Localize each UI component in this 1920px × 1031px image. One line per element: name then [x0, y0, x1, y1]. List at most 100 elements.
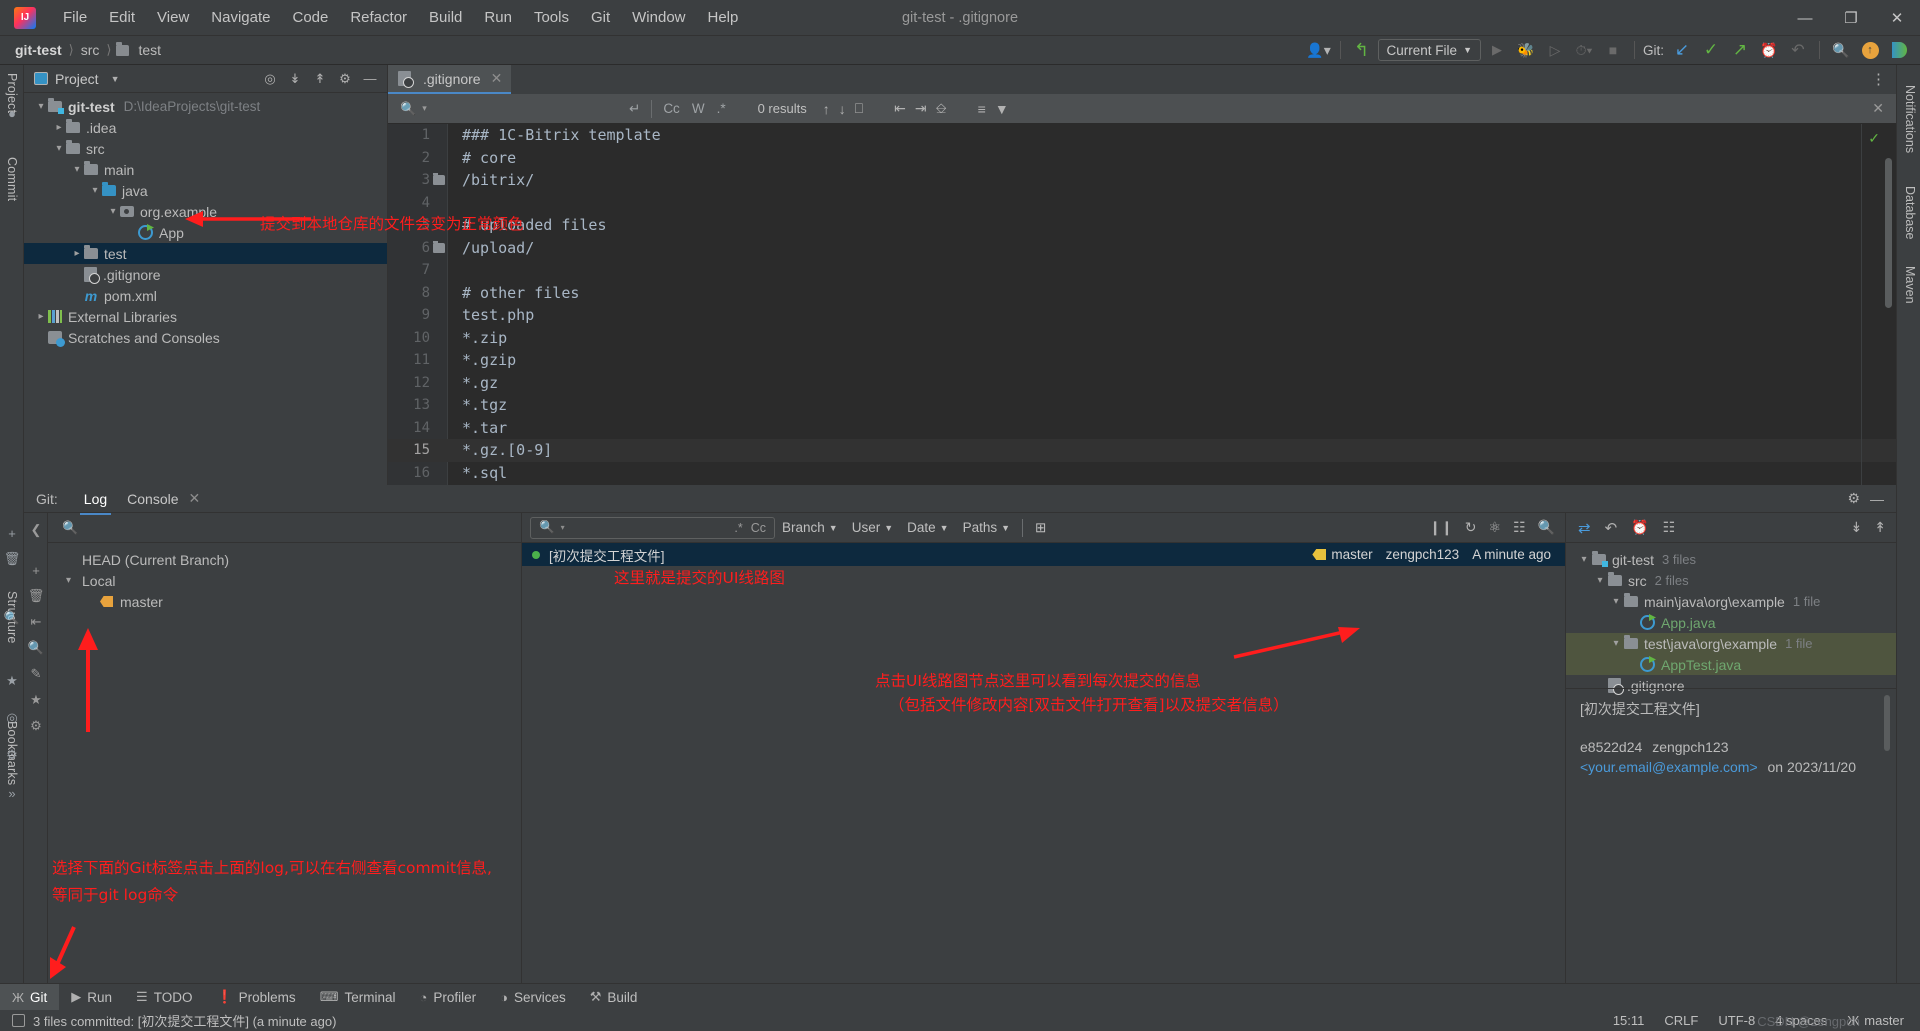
bottom-tab-problems[interactable]: ❗ Problems: [204, 984, 307, 1011]
chevron-down-icon[interactable]: ▼: [111, 74, 120, 84]
inspection-status-icon[interactable]: ✓: [1868, 130, 1880, 147]
bottom-tab-profiler[interactable]: ◔ Profiler: [407, 984, 488, 1011]
menu-item-navigate[interactable]: Navigate: [200, 5, 281, 30]
changed-file-row[interactable]: ▾ src 2 files: [1566, 570, 1896, 591]
stop-icon[interactable]: ■: [1600, 39, 1626, 61]
code-line[interactable]: 14 *.tar: [388, 417, 1896, 440]
filter-icon[interactable]: ▼: [995, 101, 1009, 117]
run-icon[interactable]: ▶: [1484, 39, 1510, 61]
code-line[interactable]: 15 *.gz.[0-9]: [388, 439, 1896, 462]
chevron-right-icon[interactable]: ▸: [34, 311, 48, 322]
editor-options-gear-icon[interactable]: ⋮: [1871, 70, 1886, 88]
history-icon[interactable]: ⏰: [1756, 39, 1782, 61]
sidebar-tab-database[interactable]: Database: [1897, 180, 1920, 246]
menu-item-git[interactable]: Git: [580, 5, 621, 30]
search-icon[interactable]: 🔍: [4, 610, 20, 626]
chevron-down-icon[interactable]: ▾: [88, 185, 102, 196]
menu-item-edit[interactable]: Edit: [98, 5, 146, 30]
filter-date[interactable]: Date ▼: [900, 520, 955, 535]
highlight-icon[interactable]: ⚛: [1488, 519, 1501, 536]
menu-item-run[interactable]: Run: [473, 5, 523, 30]
commit-pending-icon[interactable]: ●: [4, 105, 20, 121]
close-find-icon[interactable]: ✕: [1872, 100, 1884, 117]
project-tree-row[interactable]: ▾ src: [24, 138, 387, 159]
settings-gear-icon[interactable]: ⚙: [24, 713, 48, 739]
chevron-down-icon[interactable]: ▾: [1608, 638, 1624, 649]
project-tree-row[interactable]: m pom.xml: [24, 285, 387, 306]
update-project-icon[interactable]: ↙: [1669, 39, 1695, 61]
fetch-icon[interactable]: ⇤: [24, 609, 48, 635]
debug-icon[interactable]: 🐝: [1513, 39, 1539, 61]
commit-icon[interactable]: ✓: [1698, 39, 1724, 61]
code-editor[interactable]: 1 ### 1C-Bitrix template 2 # core 3/bitrix/4…: [388, 124, 1896, 485]
hide-panel-icon[interactable]: —: [359, 69, 381, 89]
locate-icon[interactable]: ◎: [259, 69, 281, 89]
words-button[interactable]: W: [686, 101, 711, 116]
favorites-icon[interactable]: ★: [24, 687, 48, 713]
undo-arrow-icon[interactable]: ↰: [1349, 39, 1375, 61]
select-all-occurrences-icon[interactable]: ⎕: [855, 100, 863, 117]
menu-item-build[interactable]: Build: [418, 5, 473, 30]
copy-icon[interactable]: [12, 1014, 25, 1027]
menu-item-code[interactable]: Code: [281, 5, 339, 30]
chevron-down-icon[interactable]: ▾: [66, 575, 82, 586]
run-with-coverage-icon[interactable]: ▷: [1542, 39, 1568, 61]
chevron-down-icon[interactable]: ▾: [70, 164, 84, 175]
project-tree-row[interactable]: ▸ External Libraries: [24, 306, 387, 327]
close-icon[interactable]: ✕: [491, 70, 503, 87]
intellisort-icon[interactable]: ❙❙: [1429, 519, 1452, 536]
edit-icon[interactable]: ✎: [24, 661, 48, 687]
project-tree-row[interactable]: ▾ java: [24, 180, 387, 201]
editor-scrollbar[interactable]: [1885, 158, 1892, 308]
sidebar-tab-commit[interactable]: Commit: [0, 151, 23, 207]
commit-row[interactable]: [初次提交工程文件] master zengpch123 A minute ago: [522, 543, 1565, 566]
code-line[interactable]: 16 *.sql: [388, 462, 1896, 485]
code-line[interactable]: 8 # other files: [388, 282, 1896, 305]
chevron-down-icon[interactable]: ▾: [106, 206, 120, 217]
chevron-down-icon[interactable]: ▾: [1608, 596, 1624, 607]
close-button[interactable]: ✕: [1874, 0, 1920, 36]
tab-log[interactable]: Log: [74, 488, 117, 515]
project-tree-row[interactable]: .gitignore: [24, 264, 387, 285]
code-line[interactable]: 5 # uploaded files: [388, 214, 1896, 237]
regex-button[interactable]: .*: [711, 101, 732, 116]
cherry-pick-icon[interactable]: ⇄: [1578, 519, 1591, 537]
changed-file-row[interactable]: App.java: [1566, 612, 1896, 633]
collapse-all-icon[interactable]: ↟: [1874, 519, 1886, 536]
find-next-icon[interactable]: ↓: [839, 101, 846, 117]
filter-user[interactable]: User ▼: [845, 520, 900, 535]
editor-tab-gitignore[interactable]: .gitignore ✕: [388, 65, 512, 94]
find-input[interactable]: 🔍 ▾: [388, 94, 623, 124]
code-line[interactable]: 7: [388, 259, 1896, 282]
star-icon[interactable]: ★: [4, 673, 20, 689]
match-case-button[interactable]: Cc: [657, 101, 686, 116]
bottom-tab-services[interactable]: ◑ Services: [488, 984, 578, 1011]
hide-panel-icon[interactable]: —: [1870, 491, 1884, 507]
bottom-tab-git[interactable]: Ж Git: [0, 983, 60, 1011]
user-settings-icon[interactable]: 👤▾: [1306, 39, 1332, 61]
search-icon[interactable]: 🔍: [24, 635, 48, 661]
changed-files-tree[interactable]: ▾ git-test 3 files ▾ src 2 files ▾ main\java\or…: [1566, 543, 1896, 696]
breadcrumb-src[interactable]: src: [78, 41, 103, 59]
project-tree-row[interactable]: ▾ main: [24, 159, 387, 180]
run-configuration-selector[interactable]: Current File ▼: [1377, 39, 1481, 61]
line-separator[interactable]: CRLF: [1664, 1013, 1698, 1028]
project-tree-row[interactable]: Scratches and Consoles: [24, 327, 387, 348]
settings-gear-icon[interactable]: ⚙: [1847, 490, 1860, 507]
multiline-toggle-icon[interactable]: ↵: [623, 101, 646, 117]
maximize-button[interactable]: ❐: [1828, 0, 1874, 36]
show-details-icon[interactable]: ☷: [1513, 519, 1526, 536]
find-icon[interactable]: 🔍: [1538, 519, 1555, 536]
new-tab-icon[interactable]: ⊞: [1028, 520, 1053, 536]
refresh-icon[interactable]: ↻: [1465, 519, 1477, 536]
chevron-down-icon[interactable]: ▾: [52, 143, 66, 154]
log-search-input[interactable]: 🔍 ▾ .* Cc: [530, 516, 775, 539]
project-tree-row[interactable]: ▾ git-test D:\IdeaProjects\git-test: [24, 96, 387, 117]
menu-item-view[interactable]: View: [146, 5, 200, 30]
ai-assistant-icon[interactable]: [1886, 39, 1912, 61]
history-icon[interactable]: ⏰: [1631, 519, 1648, 536]
code-line[interactable]: 3/bitrix/: [388, 169, 1896, 192]
commit-branch-label[interactable]: master: [1312, 547, 1373, 562]
close-console-icon[interactable]: ✕: [189, 487, 211, 510]
commit-rows[interactable]: [初次提交工程文件] master zengpch123 A minute ago: [522, 543, 1565, 566]
